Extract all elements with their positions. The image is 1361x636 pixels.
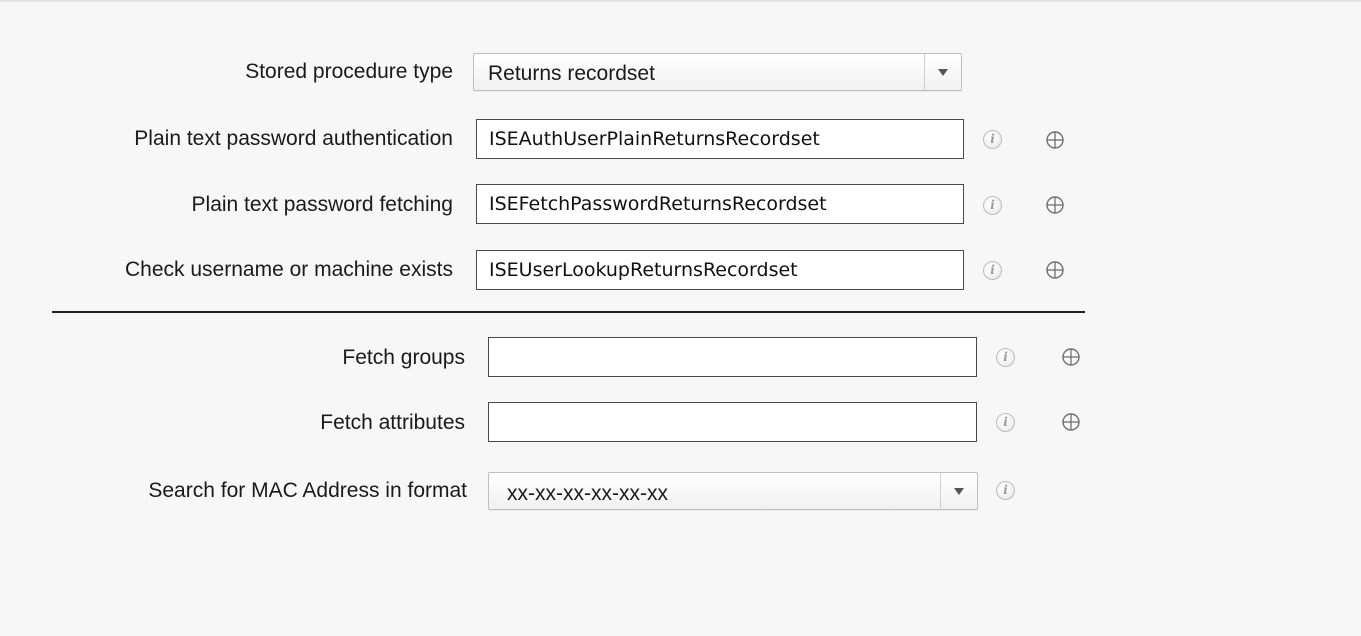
chevron-down-icon[interactable]	[940, 473, 977, 509]
plain-fetch-field[interactable]	[476, 184, 964, 224]
plain-fetch-input[interactable]	[477, 185, 963, 223]
fetch-groups-label: Fetch groups	[342, 346, 465, 369]
check-user-field[interactable]	[476, 250, 964, 290]
top-border	[0, 0, 1361, 2]
mac-format-value: xx-xx-xx-xx-xx-xx	[507, 482, 668, 505]
crosshair-icon[interactable]	[1045, 130, 1065, 150]
section-divider	[52, 311, 1085, 313]
crosshair-icon[interactable]	[1045, 195, 1065, 215]
info-icon[interactable]: i	[996, 481, 1015, 500]
stored-procedure-type-value: Returns recordset	[488, 62, 655, 85]
crosshair-icon[interactable]	[1061, 412, 1081, 432]
info-icon[interactable]: i	[983, 261, 1002, 280]
info-icon[interactable]: i	[983, 196, 1002, 215]
mac-format-label: Search for MAC Address in format	[148, 479, 467, 502]
plain-auth-field[interactable]	[476, 119, 964, 159]
fetch-attributes-field[interactable]	[488, 402, 977, 442]
stored-procedure-type-label: Stored procedure type	[245, 60, 453, 83]
info-icon[interactable]: i	[996, 348, 1015, 367]
info-icon[interactable]: i	[996, 413, 1015, 432]
info-icon[interactable]: i	[983, 130, 1002, 149]
fetch-attributes-input[interactable]	[489, 403, 976, 441]
crosshair-icon[interactable]	[1045, 260, 1065, 280]
fetch-attributes-label: Fetch attributes	[320, 411, 465, 434]
fetch-groups-field[interactable]	[488, 337, 977, 377]
chevron-down-icon[interactable]	[924, 54, 961, 90]
crosshair-icon[interactable]	[1061, 347, 1081, 367]
check-user-label: Check username or machine exists	[125, 258, 453, 281]
mac-format-select[interactable]: xx-xx-xx-xx-xx-xx	[488, 472, 978, 510]
plain-fetch-label: Plain text password fetching	[191, 193, 453, 216]
stored-procedure-type-select[interactable]: Returns recordset	[473, 53, 962, 91]
fetch-groups-input[interactable]	[489, 338, 976, 376]
plain-auth-input[interactable]	[477, 120, 963, 158]
check-user-input[interactable]	[477, 251, 963, 289]
plain-auth-label: Plain text password authentication	[134, 127, 453, 150]
